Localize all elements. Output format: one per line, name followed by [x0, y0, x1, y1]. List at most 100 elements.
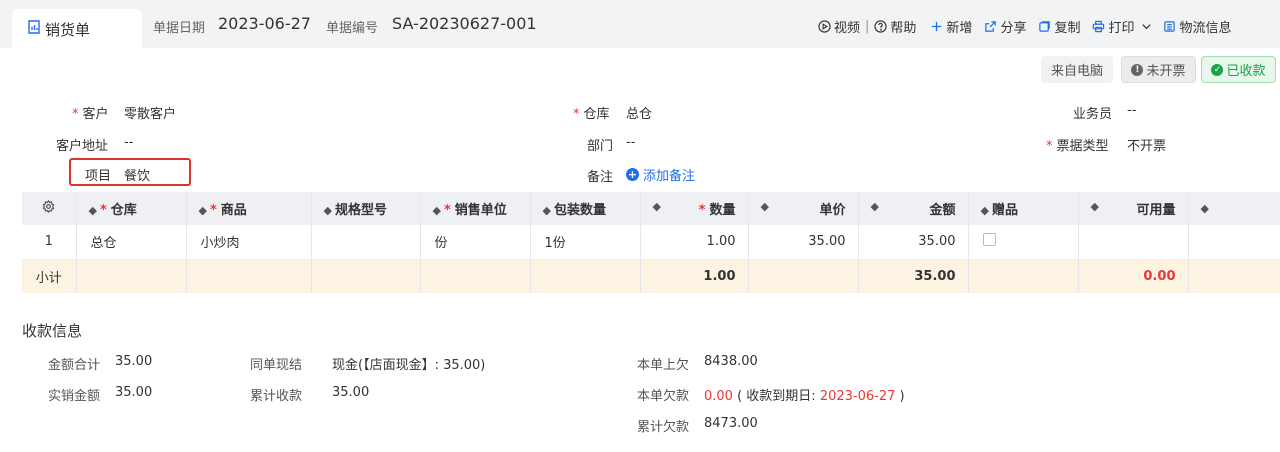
- required-mark: *: [443, 203, 451, 218]
- copy-label: 复制: [1054, 21, 1081, 36]
- required-mark: *: [99, 203, 107, 218]
- col-header-warehouse[interactable]: ◆ * 仓库: [76, 192, 187, 225]
- subtotal-empty: [1188, 259, 1280, 293]
- invoice-type-label-text: 票据类型: [1056, 139, 1109, 154]
- help-button[interactable]: 帮助: [874, 17, 916, 36]
- cell-spec[interactable]: [311, 225, 421, 260]
- col-header-amount[interactable]: ◆ 金额: [858, 192, 969, 225]
- sort-icon[interactable]: ◆: [89, 204, 97, 217]
- add-button[interactable]: 新增: [930, 17, 972, 36]
- share-button[interactable]: 分享: [984, 17, 1026, 36]
- logistics-button[interactable]: 物流信息: [1163, 17, 1232, 36]
- invoice-type-field[interactable]: 不开票: [1127, 135, 1166, 154]
- cell-product[interactable]: 小炒肉: [186, 225, 312, 260]
- cell-price[interactable]: 35.00: [748, 225, 859, 260]
- print-label: 打印: [1108, 21, 1135, 36]
- paid-badge-label: 已收款: [1226, 64, 1266, 79]
- video-label: 视频: [834, 21, 861, 36]
- cell-amount[interactable]: 35.00: [858, 225, 969, 260]
- project-field[interactable]: 餐饮: [124, 165, 150, 184]
- col-header-product[interactable]: ◆ * 商品: [186, 192, 312, 225]
- logistics-label: 物流信息: [1179, 21, 1232, 36]
- col-header-qty[interactable]: ◆ * 数量: [640, 192, 749, 225]
- tab-title: 销货单: [45, 21, 91, 39]
- dept-field[interactable]: --: [626, 135, 635, 150]
- subtotal-available: 0.00: [1078, 259, 1189, 293]
- plus-circle-icon: +: [626, 168, 639, 181]
- address-field[interactable]: --: [124, 135, 133, 150]
- customer-field[interactable]: 零散客户: [124, 103, 176, 122]
- cum-owe-value: 8473.00: [704, 416, 758, 431]
- col-header-qty-label: 数量: [709, 203, 736, 218]
- customer-label: * 客户: [72, 103, 109, 122]
- info-circle-icon: !: [1131, 63, 1144, 76]
- cell-qty[interactable]: 1.00: [640, 225, 749, 260]
- dept-label: 部门: [587, 139, 614, 154]
- warehouse-label: * 仓库: [573, 103, 610, 122]
- sort-icon[interactable]: ◆: [1201, 202, 1209, 215]
- invoice-type-label: * 票据类型: [1046, 135, 1109, 154]
- cell-unit[interactable]: 份: [420, 225, 531, 260]
- cell-warehouse[interactable]: 总仓: [76, 225, 187, 260]
- sort-icon[interactable]: ◆: [871, 200, 879, 213]
- play-circle-icon: [818, 20, 831, 33]
- video-button[interactable]: 视频: [818, 17, 860, 36]
- sort-icon[interactable]: ◆: [199, 204, 207, 217]
- salesperson-field[interactable]: --: [1127, 103, 1136, 118]
- due-prefix: ( 收款到期日:: [737, 389, 816, 404]
- subtotal-empty: [748, 259, 859, 293]
- settle-label: 同单现结: [250, 358, 303, 373]
- sort-icon[interactable]: ◆: [653, 200, 661, 213]
- add-note-label: 添加备注: [643, 169, 696, 184]
- col-header-amount-label: 金额: [929, 203, 956, 218]
- total-label: 金额合计: [48, 358, 101, 373]
- address-label: 客户地址: [56, 139, 109, 154]
- due-date: 2023-06-27: [819, 389, 896, 404]
- add-note-button[interactable]: + 添加备注: [626, 165, 695, 184]
- cell-available: [1078, 225, 1189, 260]
- col-header-extra[interactable]: ◆: [1188, 192, 1280, 225]
- required-mark: *: [573, 107, 580, 122]
- subtotal-empty: [186, 259, 312, 293]
- divider: |: [865, 19, 870, 34]
- col-header-unit[interactable]: ◆ * 销售单位: [420, 192, 531, 225]
- column-settings[interactable]: [22, 192, 77, 225]
- sort-icon[interactable]: ◆: [324, 204, 332, 217]
- col-header-gift[interactable]: ◆ 赠品: [968, 192, 1079, 225]
- warehouse-field[interactable]: 总仓: [626, 103, 652, 122]
- sort-icon[interactable]: ◆: [761, 200, 769, 213]
- copy-button[interactable]: 复制: [1038, 17, 1080, 36]
- required-mark: *: [72, 107, 79, 122]
- actual-value: 35.00: [115, 385, 153, 400]
- col-header-pack-qty[interactable]: ◆ 包装数量: [530, 192, 641, 225]
- print-dropdown[interactable]: [1140, 20, 1153, 33]
- print-button[interactable]: 打印: [1092, 17, 1134, 36]
- add-label: 新增: [946, 21, 973, 36]
- date-label: 单据日期: [153, 21, 206, 36]
- col-header-pack-qty-label: 包装数量: [553, 203, 606, 218]
- col-header-price[interactable]: ◆ 单价: [748, 192, 859, 225]
- subtotal-qty: 1.00: [640, 259, 749, 293]
- total-value: 35.00: [115, 354, 153, 369]
- number-label: 单据编号: [326, 21, 379, 36]
- source-badge-label: 来自电脑: [1050, 64, 1103, 79]
- col-header-unit-label: 销售单位: [454, 203, 507, 218]
- col-header-available[interactable]: ◆ 可用量: [1078, 192, 1189, 225]
- sort-icon[interactable]: ◆: [1091, 200, 1099, 213]
- table-row[interactable]: 1 总仓 小炒肉 份 1份 1.00 35.00 35.00: [22, 225, 1280, 260]
- settle-value[interactable]: 现金(【店面现金】: 35.00): [332, 354, 485, 373]
- sort-icon[interactable]: ◆: [433, 204, 441, 217]
- header-bar: 销货单 单据日期 2023-06-27 单据编号 SA-20230627-001…: [0, 0, 1280, 48]
- tab-sales-order[interactable]: 销货单: [12, 9, 142, 48]
- number-value: SA-20230627-001: [392, 14, 537, 33]
- paid-status-badge: ✓ 已收款: [1201, 56, 1276, 83]
- gift-checkbox[interactable]: [982, 233, 996, 247]
- col-header-spec[interactable]: ◆ 规格型号: [311, 192, 421, 225]
- col-header-spec-label: 规格型号: [334, 203, 387, 218]
- cell-gift[interactable]: [968, 225, 1079, 260]
- chevron-down-icon: [1142, 24, 1152, 30]
- subtotal-empty: [420, 259, 531, 293]
- cell-pack-qty[interactable]: 1份: [530, 225, 641, 260]
- sort-icon[interactable]: ◆: [981, 204, 989, 217]
- sort-icon[interactable]: ◆: [543, 204, 551, 217]
